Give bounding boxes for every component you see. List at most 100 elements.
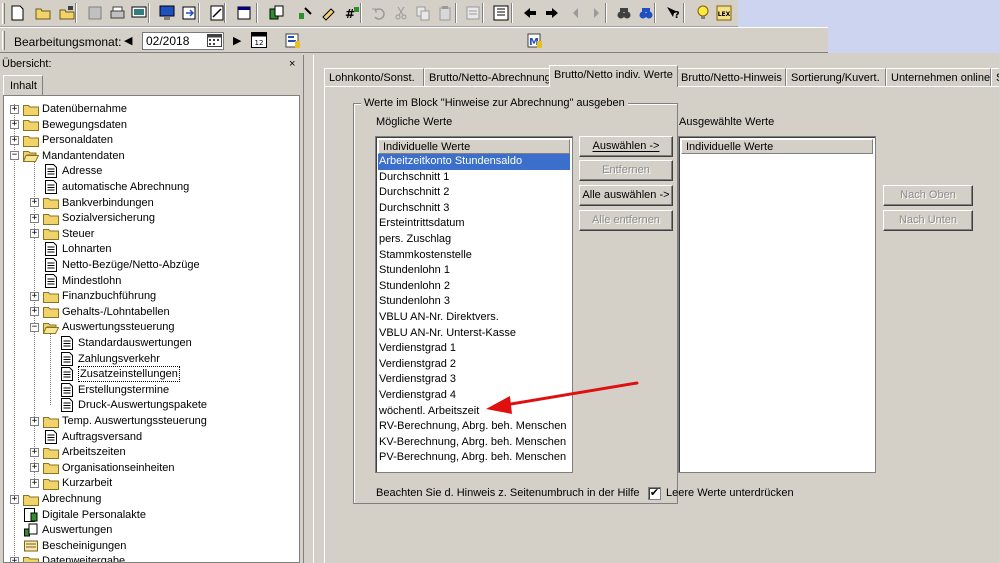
collapse-icon[interactable]: − (10, 151, 19, 161)
tree-item[interactable]: + Gehalts-/Lohntabellen (30, 304, 170, 320)
move-up-button[interactable]: Nach Oben (883, 185, 973, 206)
tree-item[interactable]: Zusatzeinstellungen (46, 366, 180, 383)
list-item[interactable]: Verdienstgrad 1 (378, 341, 570, 357)
screen-icon[interactable] (130, 4, 148, 22)
back-icon[interactable] (521, 4, 539, 22)
expand-icon[interactable]: + (30, 307, 39, 317)
selected-values-list[interactable]: Individuelle Werte (678, 136, 876, 473)
tree-item[interactable]: + Datenweitergabe (10, 553, 125, 562)
possible-values-list[interactable]: Individuelle Werte Arbeitzeitkonto Stund… (375, 136, 573, 473)
paste-icon[interactable] (436, 4, 454, 22)
panel-close-icon[interactable]: × (289, 58, 295, 70)
tree-item[interactable]: Auswertungen (10, 522, 112, 538)
expand-icon[interactable]: + (10, 556, 19, 562)
list-item[interactable]: KV-Berechnung, Abrg. beh. Menschen (378, 435, 570, 451)
tools-icon[interactable] (296, 4, 314, 22)
expand-icon[interactable]: + (30, 229, 39, 239)
tree-item[interactable]: Lohnarten (30, 241, 112, 257)
list-item[interactable]: Stundenlohn 1 (378, 263, 570, 279)
undo-icon[interactable] (370, 4, 388, 22)
remove-all-button[interactable]: Alle entfernen (579, 210, 673, 231)
expand-icon[interactable]: + (10, 120, 19, 130)
list-item[interactable]: Verdienstgrad 2 (378, 357, 570, 373)
cut-icon[interactable] (392, 4, 410, 22)
form-icon[interactable] (464, 4, 482, 22)
lex-icon[interactable] (285, 33, 301, 49)
tree-item[interactable]: Netto-Bezüge/Netto-Abzüge (30, 257, 200, 273)
toolbar-grip[interactable] (2, 31, 5, 50)
expand-icon[interactable]: + (10, 494, 19, 504)
tree-item[interactable]: + Kurzarbeit (30, 475, 112, 491)
list-item[interactable]: Verdienstgrad 3 (378, 372, 570, 388)
tree-item[interactable]: Erstellungstermine (46, 382, 169, 398)
help-icon[interactable]: ? (664, 4, 682, 22)
tab-sortierung-kuvert[interactable]: Sortierung/Kuvert. (786, 68, 886, 87)
lex-icon[interactable]: LEX (715, 4, 733, 22)
window-icon[interactable] (235, 4, 253, 22)
list-item[interactable]: Arbeitzeitkonto Stundensaldo (378, 154, 570, 170)
list-item[interactable]: Durchschnitt 3 (378, 201, 570, 217)
new-icon[interactable] (8, 4, 26, 22)
expand-icon[interactable]: + (10, 104, 19, 114)
notes-icon[interactable] (320, 4, 338, 22)
tree-item[interactable]: Zahlungsverkehr (46, 351, 160, 367)
expand-icon[interactable]: + (30, 478, 39, 488)
remove-button[interactable]: Entfernen (579, 160, 673, 181)
list-item[interactable]: RV-Berechnung, Abrg. beh. Menschen (378, 419, 570, 435)
list-icon[interactable] (492, 4, 510, 22)
calendar-icon[interactable] (207, 34, 222, 47)
tree-item[interactable]: + Personaldaten (10, 132, 113, 148)
grid-icon[interactable]: # (343, 4, 361, 22)
tip-icon[interactable] (694, 4, 712, 22)
tab-sc[interactable]: Sc (991, 68, 999, 87)
find-icon[interactable] (615, 4, 633, 22)
forward-icon[interactable] (543, 4, 561, 22)
tree-item[interactable]: − Mandantendaten (10, 148, 125, 164)
tree-item[interactable]: Digitale Personalakte (10, 507, 146, 523)
list-item[interactable]: Durchschnitt 1 (378, 170, 570, 186)
month-next-button[interactable]: ▶ (233, 34, 241, 47)
month-prev-button[interactable]: ◀ (124, 34, 132, 47)
monitor-icon[interactable] (158, 4, 176, 22)
move-down-button[interactable]: Nach Unten (883, 210, 973, 231)
save-icon[interactable] (58, 4, 76, 22)
list-item[interactable]: Ersteintrittsdatum (378, 216, 570, 232)
tab-unternehmen-online[interactable]: Unternehmen online (886, 68, 991, 87)
copy-icon[interactable] (414, 4, 432, 22)
find-next-icon[interactable] (637, 4, 655, 22)
tree-item[interactable]: + Temp. Auswertungssteuerung (30, 413, 207, 429)
list-item[interactable]: VBLU AN-Nr. Unterst-Kasse (378, 326, 570, 342)
list-item[interactable]: VBLU AN-Nr. Direktvers. (378, 310, 570, 326)
expand-icon[interactable]: + (30, 213, 39, 223)
select-all-button[interactable]: Alle auswählen -> (579, 185, 673, 206)
list-item[interactable]: Stundenlohn 3 (378, 294, 570, 310)
tree-item[interactable]: + Bankverbindungen (30, 195, 154, 211)
print-preview-icon[interactable] (86, 4, 104, 22)
next-icon[interactable] (587, 4, 605, 22)
select-button[interactable]: Auswählen -> (579, 136, 673, 157)
list-item[interactable]: wöchentl. Arbeitszeit (378, 404, 570, 420)
list-item[interactable]: pers. Zuschlag (378, 232, 570, 248)
tab-brutto-netto-abrechnung[interactable]: Brutto/Netto-Abrechnung (424, 68, 551, 87)
expand-icon[interactable]: + (30, 416, 39, 426)
list-item[interactable]: Stundenlohn 2 (378, 279, 570, 295)
selected-values-header[interactable]: Individuelle Werte (681, 139, 873, 154)
possible-values-header[interactable]: Individuelle Werte (378, 139, 570, 154)
tree-item[interactable]: + Steuer (30, 226, 94, 242)
tree-item[interactable]: Standardauswertungen (46, 335, 192, 351)
tab-inhalt[interactable]: Inhalt (3, 75, 43, 95)
mandant-icon[interactable]: M (527, 33, 543, 49)
toolbar-grip[interactable] (2, 3, 5, 24)
list-item[interactable]: Verdienstgrad 4 (378, 388, 570, 404)
print-icon[interactable] (108, 4, 126, 22)
tree-item[interactable]: + Bewegungsdaten (10, 117, 127, 133)
expand-icon[interactable]: + (10, 135, 19, 145)
expand-icon[interactable]: + (30, 447, 39, 457)
tree-item[interactable]: Druck-Auswertungspakete (46, 397, 207, 413)
tab-brutto-netto-indiv-werte[interactable]: Brutto/Netto indiv. Werte (549, 65, 678, 87)
tree-item[interactable]: Bescheinigungen (10, 538, 126, 554)
open-icon[interactable] (34, 4, 52, 22)
tree-item[interactable]: + Arbeitszeiten (30, 444, 126, 460)
expand-icon[interactable]: + (30, 198, 39, 208)
tree-item[interactable]: Adresse (30, 163, 102, 179)
